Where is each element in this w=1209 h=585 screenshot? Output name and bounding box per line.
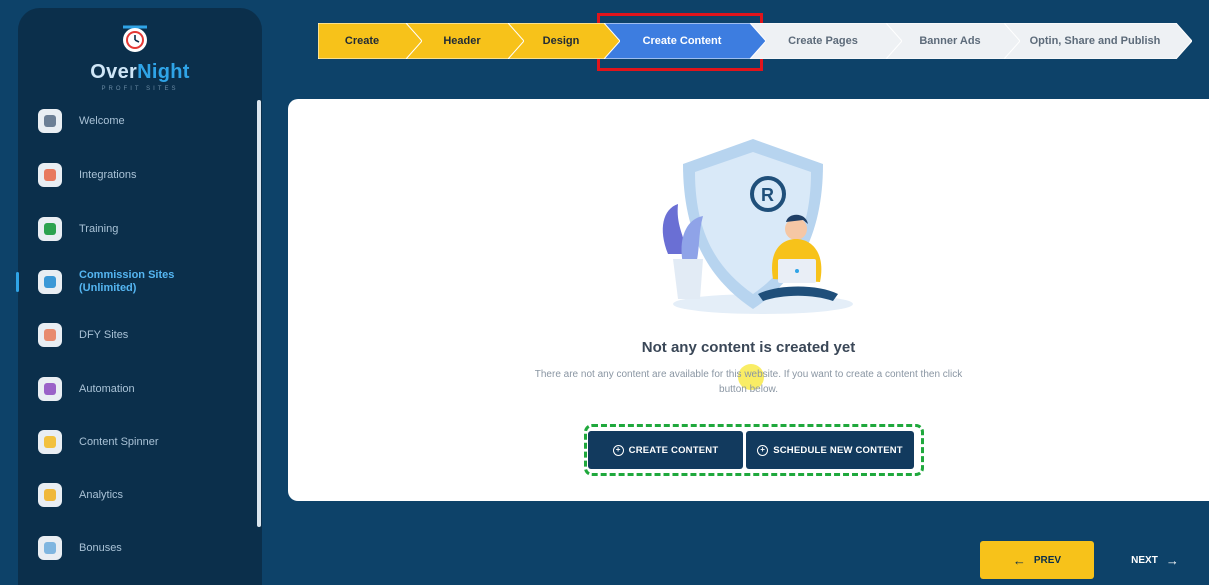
brand-tagline: PROFIT SITES <box>101 86 179 92</box>
sidebar-item[interactable]: Commission Sites (Unlimited) <box>16 267 258 297</box>
empty-state-description: There are not any content are available … <box>534 369 963 395</box>
sidebar-item-label: DFY Sites <box>79 328 129 341</box>
create-content-label: CREATE CONTENT <box>628 444 719 456</box>
welcome-icon <box>38 109 62 133</box>
sidebar-item-label: Analytics <box>79 488 124 501</box>
analytics-icon <box>38 483 62 507</box>
step-label: Optin, Share and Publish <box>1029 35 1161 47</box>
prev-label: PREV <box>1033 554 1062 566</box>
automation-icon <box>38 377 62 401</box>
step-label: Header <box>443 35 481 47</box>
sidebar-item-label: Welcome <box>79 114 125 127</box>
sidebar-item[interactable]: Training <box>38 214 258 244</box>
plus-circle-icon: + <box>757 444 769 456</box>
sidebar-item[interactable]: DFY Sites <box>38 320 258 350</box>
plus-circle-icon: + <box>612 444 624 456</box>
step-create-pages[interactable]: Create Pages <box>750 23 902 59</box>
sidebar-item-label: Training <box>79 222 119 235</box>
step-label: Banner Ads <box>919 35 981 47</box>
brand-name: OverNight <box>90 61 190 83</box>
step-label: Design <box>542 35 580 47</box>
clock-logo-icon <box>123 25 147 52</box>
sidebar-item-label: Bonuses <box>79 541 122 554</box>
sidebar-item[interactable]: Automation <box>38 374 258 404</box>
commission-icon <box>38 270 62 294</box>
next-label: NEXT <box>1131 554 1158 566</box>
sidebar-item-label: Content Spinner <box>79 435 159 448</box>
active-indicator <box>16 272 19 292</box>
step-label: Create Content <box>642 35 722 47</box>
dfy-icon <box>38 323 62 347</box>
sidebar-item-label: Integrations <box>79 168 137 181</box>
schedule-content-label: SCHEDULE NEW CONTENT <box>773 444 903 456</box>
prev-button[interactable]: ← PREV <box>980 541 1094 579</box>
spinner-icon <box>38 430 62 454</box>
step-create[interactable]: Create <box>318 23 422 59</box>
app-root: OverNight PROFIT SITES Welcome Integratio… <box>0 0 1209 585</box>
schedule-content-button[interactable]: + SCHEDULE NEW CONTENT <box>746 431 914 469</box>
bonuses-icon <box>38 536 62 560</box>
sidebar-item[interactable]: Integrations <box>38 160 258 190</box>
step-banner-ads[interactable]: Banner Ads <box>886 23 1020 59</box>
sidebar-scrollbar[interactable] <box>257 100 261 527</box>
step-label: Create <box>344 35 380 47</box>
sidebar-item[interactable]: Bonuses <box>38 533 258 563</box>
next-button[interactable]: NEXT → <box>1120 541 1190 579</box>
sidebar-item-label: Commission Sites (Unlimited) <box>79 269 175 294</box>
sidebar: OverNight PROFIT SITES Welcome Integratio… <box>16 8 262 585</box>
arrow-right-icon: → <box>1165 552 1179 568</box>
sidebar-item[interactable]: Analytics <box>38 480 258 510</box>
create-content-button[interactable]: + CREATE CONTENT <box>588 431 743 469</box>
step-optin-share-and-publish[interactable]: Optin, Share and Publish <box>1004 23 1192 59</box>
integrations-icon <box>38 163 62 187</box>
empty-state-illustration: R <box>662 139 853 314</box>
svg-text:R: R <box>761 185 774 205</box>
sidebar-item[interactable]: Content Spinner <box>38 427 258 457</box>
training-icon <box>38 217 62 241</box>
sidebar-item-label: Automation <box>79 382 135 395</box>
sidebar-item[interactable]: Welcome <box>38 106 258 136</box>
arrow-left-icon: ← <box>1012 552 1026 568</box>
step-label: Create Pages <box>788 35 858 47</box>
step-create-content[interactable]: Create Content <box>604 23 766 59</box>
empty-state-title: Not any content is created yet <box>641 339 856 356</box>
brand-logo[interactable]: OverNight PROFIT SITES <box>18 8 262 100</box>
